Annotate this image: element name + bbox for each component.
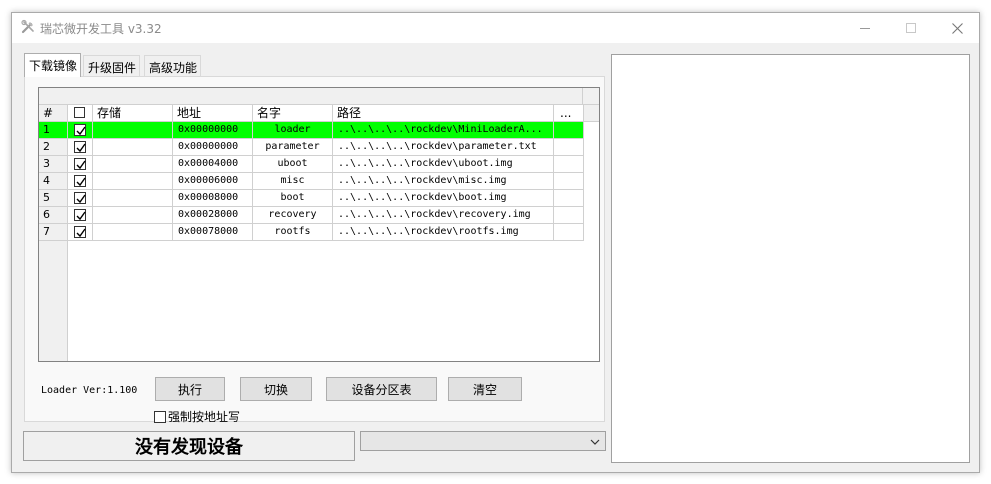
header-index: # [39,105,68,122]
row-address[interactable]: 0x00028000 [173,207,253,224]
tab-upgrade-firmware[interactable]: 升级固件 [83,55,140,77]
partition-table-button[interactable]: 设备分区表 [326,377,437,401]
row-path[interactable]: ..\..\..\..\rockdev\uboot.img [333,156,554,173]
minimize-icon [860,23,870,33]
row-checkbox-cell[interactable] [68,156,93,173]
tab-download-image[interactable]: 下载镜像 [24,53,81,77]
row-checkbox[interactable] [74,158,86,170]
header-storage[interactable]: 存储 [93,105,173,122]
row-storage[interactable] [93,156,173,173]
log-panel[interactable] [611,54,970,463]
header-path[interactable]: 路径 [333,105,554,122]
row-address[interactable]: 0x00078000 [173,224,253,241]
row-browse[interactable] [554,224,584,241]
row-browse[interactable] [554,122,584,139]
row-storage[interactable] [93,139,173,156]
force-address-write-option[interactable]: 强制按地址写 [154,408,240,425]
minimize-button[interactable] [842,13,888,43]
row-name[interactable]: rootfs [253,224,333,241]
row-name[interactable]: uboot [253,156,333,173]
row-path[interactable]: ..\..\..\..\rockdev\boot.img [333,190,554,207]
row-index: 4 [39,173,68,190]
force-address-write-label[interactable]: 强制按地址写 [168,408,240,425]
close-button[interactable] [934,13,980,43]
header-more[interactable]: ... [554,105,584,122]
row-storage[interactable] [93,224,173,241]
row-address[interactable]: 0x00000000 [173,122,253,139]
tab-advanced[interactable]: 高级功能 [144,55,201,77]
row-browse[interactable] [554,156,584,173]
row-storage[interactable] [93,173,173,190]
switch-button[interactable]: 切换 [240,377,312,401]
window-title: 瑞芯微开发工具 v3.32 [40,22,162,36]
row-path[interactable]: ..\..\..\..\rockdev\parameter.txt [333,139,554,156]
row-index: 1 [39,122,68,139]
row-address[interactable]: 0x00008000 [173,190,253,207]
row-browse[interactable] [554,139,584,156]
row-name[interactable]: boot [253,190,333,207]
row-checkbox[interactable] [74,175,86,187]
header-name[interactable]: 名字 [253,105,333,122]
row-address[interactable]: 0x00004000 [173,156,253,173]
row-browse[interactable] [554,173,584,190]
select-all-checkbox[interactable] [74,107,85,118]
row-browse[interactable] [554,207,584,224]
row-address[interactable]: 0x00006000 [173,173,253,190]
row-index: 3 [39,156,68,173]
run-button[interactable]: 执行 [155,377,225,401]
row-path[interactable]: ..\..\..\..\rockdev\MiniLoaderA... [333,122,554,139]
row-storage[interactable] [93,122,173,139]
row-checkbox-cell[interactable] [68,207,93,224]
header-filler [584,105,599,122]
row-checkbox-cell[interactable] [68,122,93,139]
row-checkbox[interactable] [74,226,86,238]
force-address-write-checkbox[interactable] [154,410,166,423]
title-bar: 瑞芯微开发工具 v3.32 [12,13,979,43]
row-checkbox[interactable] [74,141,86,153]
table-top-bar [39,88,599,105]
maximize-icon [906,23,916,33]
row-index: 5 [39,190,68,207]
row-browse[interactable] [554,190,584,207]
row-checkbox-cell[interactable] [68,139,93,156]
row-checkbox[interactable] [74,209,86,221]
row-path[interactable]: ..\..\..\..\rockdev\rootfs.img [333,224,554,241]
device-status: 没有发现设备 [23,431,355,461]
row-name[interactable]: misc [253,173,333,190]
app-window: 瑞芯微开发工具 v3.32 下载镜像 升级固件 高级功能 # 存储 地址 名字 … [11,12,980,473]
row-checkbox-cell[interactable] [68,224,93,241]
row-name[interactable]: loader [253,122,333,139]
row-address[interactable]: 0x00000000 [173,139,253,156]
loader-version: Loader Ver:1.100 [41,385,138,396]
row-checkbox-cell[interactable] [68,173,93,190]
header-select-all[interactable] [68,105,93,122]
tools-icon [20,19,36,35]
row-checkbox-cell[interactable] [68,190,93,207]
row-checkbox[interactable] [74,192,86,204]
row-index: 7 [39,224,68,241]
row-name[interactable]: parameter [253,139,333,156]
download-panel: # 存储 地址 名字 路径 ... 1 0x00000000 loader ..… [24,76,605,425]
close-icon [951,22,963,34]
row-storage[interactable] [93,207,173,224]
row-path[interactable]: ..\..\..\..\rockdev\recovery.img [333,207,554,224]
chevron-down-icon[interactable] [589,436,601,448]
row-path[interactable]: ..\..\..\..\rockdev\misc.img [333,173,554,190]
maximize-button[interactable] [888,13,934,43]
row-storage[interactable] [93,190,173,207]
device-select[interactable] [360,431,606,451]
image-table: # 存储 地址 名字 路径 ... 1 0x00000000 loader ..… [38,87,600,362]
header-address[interactable]: 地址 [173,105,253,122]
row-name[interactable]: recovery [253,207,333,224]
clear-button[interactable]: 清空 [448,377,522,401]
row-index: 6 [39,207,68,224]
row-checkbox[interactable] [74,124,86,136]
row-index: 2 [39,139,68,156]
